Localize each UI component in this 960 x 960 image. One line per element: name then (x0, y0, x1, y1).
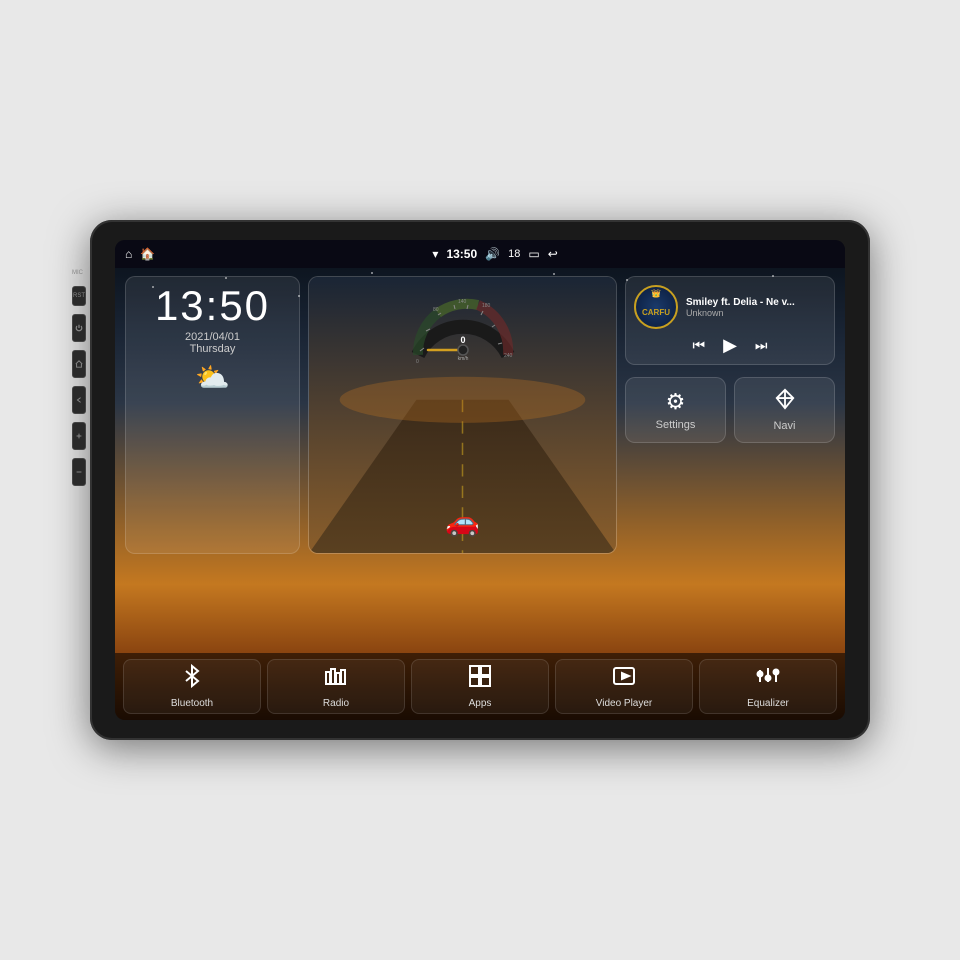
svg-text:0: 0 (460, 335, 465, 345)
home-side-button[interactable] (72, 350, 86, 378)
equalizer-button[interactable]: Equalizer (699, 659, 837, 714)
wifi-icon: ▾ (432, 247, 438, 261)
car-icon: 🚗 (445, 505, 480, 538)
play-button[interactable]: ▶ (723, 335, 737, 356)
svg-text:0: 0 (416, 359, 419, 365)
next-button[interactable]: ⏭ (755, 337, 768, 354)
widgets-row: 13:50 2021/04/01 Thursday ⛅ (115, 268, 845, 558)
navi-label: Navi (773, 420, 795, 432)
battery-icon: ▭ (528, 247, 539, 261)
apps-icon (468, 664, 492, 694)
back-icon: ↩ (548, 247, 558, 261)
right-column: 👑 CARFU Smiley ft. Delia - Ne v... Unkno… (625, 276, 835, 554)
status-left: ⌂ 🏠 (125, 247, 155, 261)
radio-label: Radio (323, 698, 349, 709)
crown-icon: 👑 (651, 289, 661, 298)
car-head-unit: MIC RST ⌂ 🏠 ▾ 13:50 (90, 220, 870, 740)
speedometer: 0 80 140 180 240 0 km/h (408, 285, 518, 370)
speedo-gauge: 0 80 140 180 240 0 km/h (408, 285, 518, 365)
music-widget: 👑 CARFU Smiley ft. Delia - Ne v... Unkno… (625, 276, 835, 365)
rst-label: RST (73, 293, 85, 299)
home-icon: ⌂ (125, 247, 132, 261)
settings-button[interactable]: ⚙ Settings (625, 377, 726, 443)
clock-date: 2021/04/01 (185, 331, 240, 343)
music-info: Smiley ft. Delia - Ne v... Unknown (686, 297, 826, 318)
settings-label: Settings (656, 419, 696, 431)
power-button[interactable] (72, 314, 86, 342)
screen: ⌂ 🏠 ▾ 13:50 🔊 18 ▭ ↩ (115, 240, 845, 720)
bottom-nav: Bluetooth Radio (115, 653, 845, 720)
settings-icon: ⚙ (666, 389, 686, 415)
mic-label: MIC (72, 270, 86, 276)
svg-text:140: 140 (458, 299, 467, 305)
svg-text:240: 240 (504, 353, 513, 359)
main-content: 13:50 2021/04/01 Thursday ⛅ (115, 268, 845, 720)
equalizer-label: Equalizer (747, 698, 789, 709)
music-controls: ⏮ ▶ ⏭ (634, 335, 826, 356)
status-center: ▾ 13:50 🔊 18 ▭ ↩ (432, 247, 557, 261)
music-title: Smiley ft. Delia - Ne v... (686, 297, 826, 308)
volume-icon: 🔊 (485, 247, 500, 261)
settings-navi-row: ⚙ Settings Navi (625, 377, 835, 443)
back-side-button[interactable] (72, 386, 86, 414)
music-artist: Unknown (686, 308, 826, 318)
status-bar: ⌂ 🏠 ▾ 13:50 🔊 18 ▭ ↩ (115, 240, 845, 268)
svg-text:180: 180 (482, 303, 491, 309)
video-player-button[interactable]: Video Player (555, 659, 693, 714)
house-icon: 🏠 (140, 247, 155, 261)
volume-level: 18 (508, 248, 520, 260)
svg-text:km/h: km/h (457, 356, 468, 362)
video-label: Video Player (596, 698, 653, 709)
status-time: 13:50 (446, 247, 477, 261)
music-logo-text: CARFU (642, 309, 670, 317)
bluetooth-icon (180, 664, 204, 694)
clock-day: Thursday (190, 343, 236, 355)
clock-display: 13:50 (155, 285, 270, 327)
apps-label: Apps (469, 698, 492, 709)
weather-icon: ⛅ (195, 361, 230, 394)
video-icon (612, 664, 636, 694)
vol-down-button[interactable] (72, 458, 86, 486)
music-logo: 👑 CARFU (634, 285, 678, 329)
equalizer-icon (756, 664, 780, 694)
side-controls: MIC RST (72, 270, 86, 486)
speed-widget: 0 80 140 180 240 0 km/h (308, 276, 617, 554)
bluetooth-button[interactable]: Bluetooth (123, 659, 261, 714)
navi-button[interactable]: Navi (734, 377, 835, 443)
radio-button[interactable]: Radio (267, 659, 405, 714)
rst-button[interactable]: RST (72, 286, 86, 306)
svg-text:80: 80 (433, 307, 439, 313)
apps-button[interactable]: Apps (411, 659, 549, 714)
vol-up-button[interactable] (72, 422, 86, 450)
navi-icon (774, 388, 796, 416)
clock-widget: 13:50 2021/04/01 Thursday ⛅ (125, 276, 300, 554)
music-top: 👑 CARFU Smiley ft. Delia - Ne v... Unkno… (634, 285, 826, 329)
bluetooth-label: Bluetooth (171, 698, 213, 709)
prev-button[interactable]: ⏮ (692, 337, 705, 354)
radio-icon (324, 664, 348, 694)
